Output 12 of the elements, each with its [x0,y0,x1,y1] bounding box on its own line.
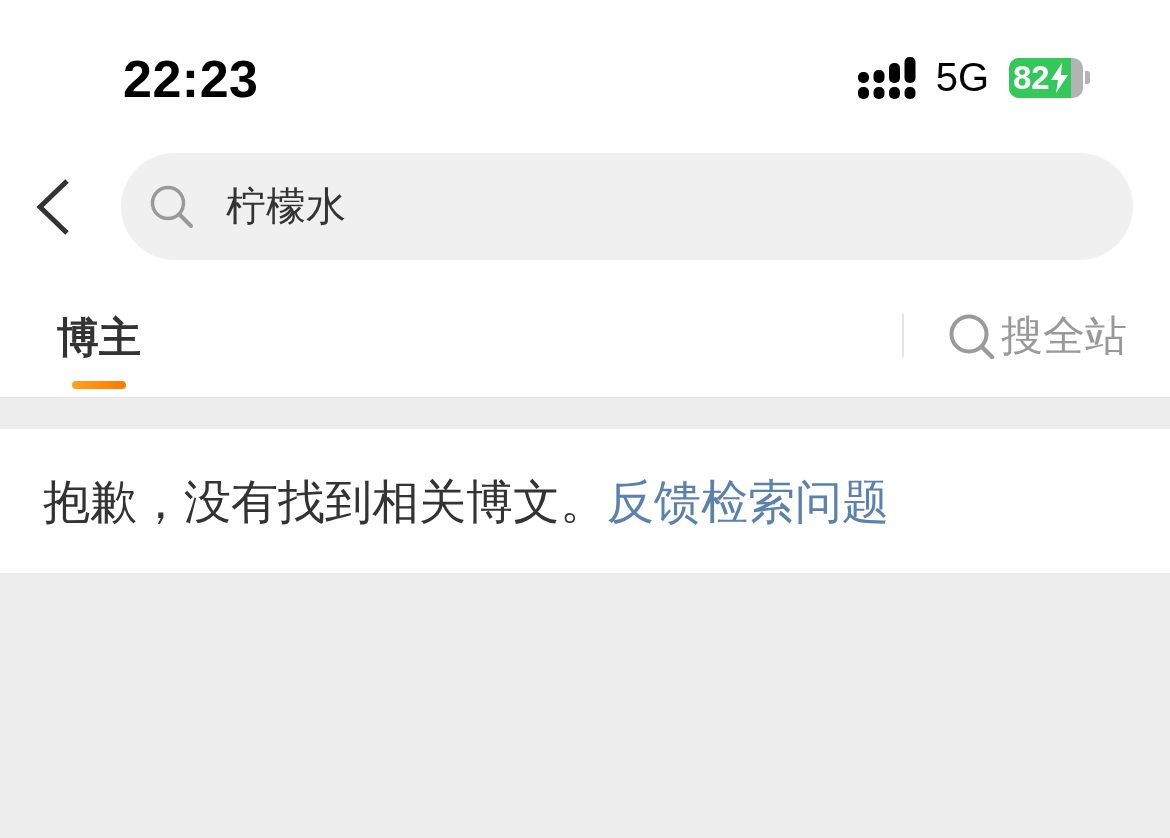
network-label: 5G [935,55,989,100]
battery-percent: 82 [1012,61,1050,94]
tab[interactable]: 博主 [57,260,141,397]
search-field[interactable]: 柠檬水 [121,153,1133,260]
search-icon [949,313,995,359]
no-results-message: 抱歉，没有找到相关博文。反馈检索问题 [43,473,889,531]
clock-time: 22:23 [123,48,259,109]
signal-icon [857,56,916,99]
tab-underline [72,381,126,389]
back-button[interactable] [35,177,71,236]
search-icon [150,184,194,229]
feedback-link[interactable]: 反馈检索问题 [607,474,889,529]
